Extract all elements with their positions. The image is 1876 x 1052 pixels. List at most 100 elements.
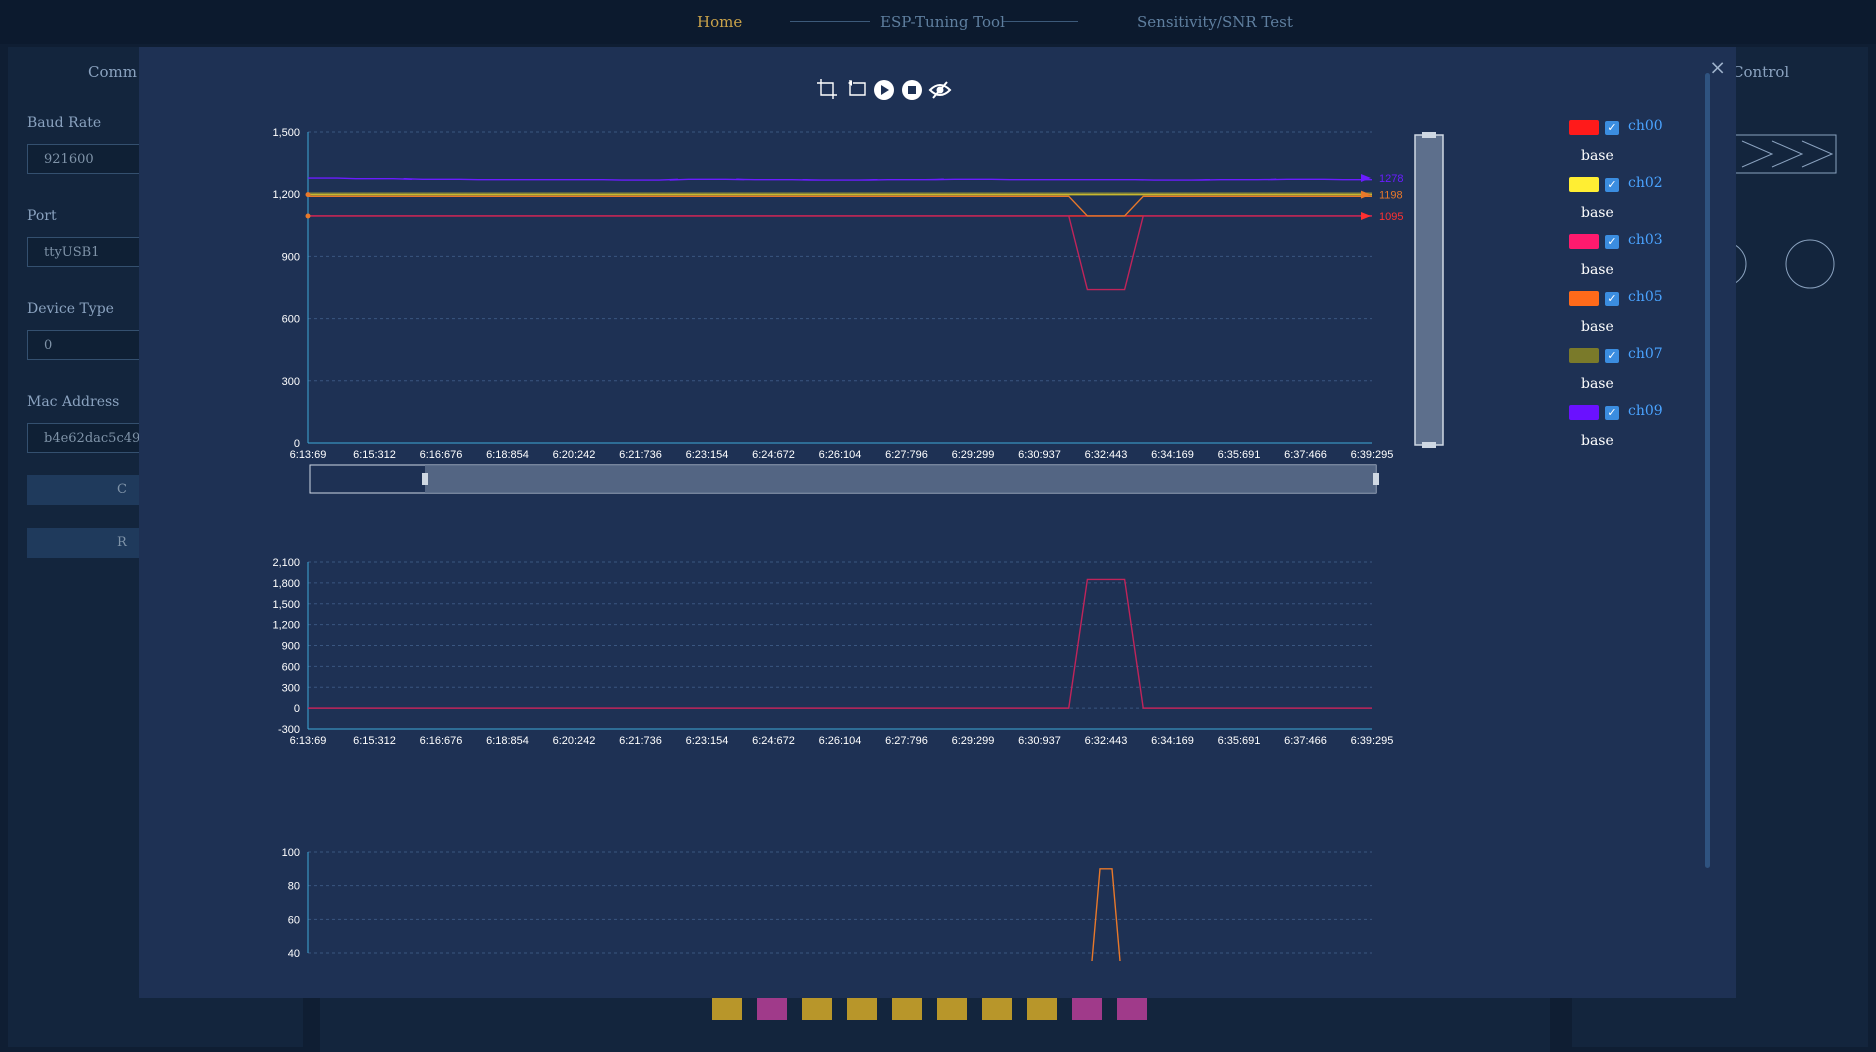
series-line: [308, 215, 1372, 291]
port-field[interactable]: ttyUSB1: [27, 237, 157, 267]
nav-divider: [1003, 21, 1078, 22]
section-title-comm: Comm: [88, 63, 137, 81]
slider-handle-right[interactable]: [1373, 473, 1379, 485]
y-tick-label: 1,200: [272, 620, 300, 632]
y-tick-label: 60: [288, 914, 300, 926]
x-tick-label: 6:18:854: [486, 735, 529, 747]
x-tick-label: 6:26:104: [819, 735, 862, 747]
y-tick-label: 600: [282, 661, 300, 673]
x-tick-label: 6:30:937: [1018, 449, 1061, 461]
x-tick-label: 6:35:691: [1218, 449, 1261, 461]
y-zoom-slider[interactable]: [1414, 132, 1444, 448]
tile: [712, 998, 742, 1020]
series-line: [308, 195, 1372, 217]
y-tick-label: 1,500: [272, 127, 300, 139]
tile: [1117, 998, 1147, 1020]
x-tick-label: 6:15:312: [353, 449, 396, 461]
x-tick-label: 6:32:443: [1085, 449, 1128, 461]
series-line: [1091, 868, 1121, 962]
x-tick-label: 6:16:676: [420, 735, 463, 747]
x-tick-label: 6:29:299: [952, 735, 995, 747]
chart-third: 40 60 80 100: [282, 847, 1372, 962]
x-tick-label: 6:37:466: [1284, 735, 1327, 747]
tile: [937, 998, 967, 1020]
series-end-label: 1095: [1379, 211, 1403, 223]
y-tick-label: 1,200: [272, 189, 300, 201]
y-tick-label: 900: [282, 641, 300, 653]
x-tick-label: 6:15:312: [353, 735, 396, 747]
mac-address-label: Mac Address: [27, 394, 120, 410]
series-start-marker: [305, 213, 311, 219]
chart-modal: × ✓ ch00 base ✓ ch02 base ✓ ch03 base ✓ …: [139, 47, 1736, 998]
series-end-marker: [1361, 211, 1371, 220]
series-end-marker: [1361, 174, 1371, 183]
nav-divider: [790, 21, 870, 22]
series-line: [308, 578, 1372, 709]
y-tick-label: 300: [282, 376, 300, 388]
close-icon[interactable]: ×: [1709, 57, 1726, 77]
tile: [892, 998, 922, 1020]
x-tick-label: 6:32:443: [1085, 735, 1128, 747]
x-tick-label: 6:23:154: [686, 735, 729, 747]
baud-rate-label: Baud Rate: [27, 115, 102, 131]
top-navigation: Home ESP-Tuning Tool Sensitivity/SNR Tes…: [0, 0, 1876, 44]
y-tick-label: 40: [288, 948, 300, 960]
charts-area: 0 300 600 900 1,200 1,500 6:13:69 6:15:312 6:16:…: [272, 127, 1444, 962]
port-label: Port: [27, 208, 57, 224]
x-tick-label: 6:23:154: [686, 449, 729, 461]
modal-scrollbar[interactable]: [1705, 73, 1710, 868]
x-tick-label: 6:20:242: [553, 735, 596, 747]
device-type-field[interactable]: 0: [27, 330, 157, 360]
slider-handle-bottom[interactable]: [1422, 442, 1436, 448]
tile: [1027, 998, 1057, 1020]
x-tick-label: 6:30:937: [1018, 735, 1061, 747]
slider-handle-left[interactable]: [422, 473, 428, 485]
device-type-label: Device Type: [27, 301, 114, 317]
y-tick-label: 80: [288, 881, 300, 893]
x-tick-label: 6:37:466: [1284, 449, 1327, 461]
y-tick-label: 2,100: [272, 557, 300, 569]
nav-esp-tuning-tool[interactable]: ESP-Tuning Tool: [880, 13, 1005, 31]
x-tick-label: 6:34:169: [1151, 449, 1194, 461]
nav-home[interactable]: Home: [697, 13, 742, 31]
x-tick-label: 6:39:295: [1351, 735, 1394, 747]
x-tick-label: 6:21:736: [619, 735, 662, 747]
series-end-label: 1278: [1379, 173, 1403, 185]
x-tick-label: 6:27:796: [885, 449, 928, 461]
x-tick-label: 6:35:691: [1218, 735, 1261, 747]
connect-button[interactable]: C: [27, 475, 157, 505]
x-zoom-slider[interactable]: [309, 464, 1379, 494]
tile: [847, 998, 877, 1020]
tile: [757, 998, 787, 1020]
chart-diff: -30003006009001,2001,5001,8002,1006:13:6…: [272, 557, 1393, 747]
baud-rate-field[interactable]: 921600: [27, 144, 157, 174]
nav-sensitivity-test[interactable]: Sensitivity/SNR Test: [1137, 13, 1293, 31]
x-tick-label: 6:27:796: [885, 735, 928, 747]
series-line: [308, 177, 1372, 181]
y-tick-label: 600: [282, 314, 300, 326]
mac-address-field[interactable]: b4e62dac5c49: [27, 423, 157, 453]
x-tick-label: 6:16:676: [420, 449, 463, 461]
x-tick-label: 6:21:736: [619, 449, 662, 461]
y-tick-label: 1,500: [272, 599, 300, 611]
y-tick-label: 300: [282, 682, 300, 694]
x-tick-label: 6:13:69: [290, 449, 327, 461]
x-tick-label: 6:13:69: [290, 735, 327, 747]
reset-button[interactable]: R: [27, 528, 157, 558]
chart-main: 03006009001,2001,5006:13:69 6:15:312 6:16:…: [272, 127, 1403, 461]
x-tick-label: 6:26:104: [819, 449, 862, 461]
y-tick-label: 900: [282, 251, 300, 263]
x-tick-label: 6:29:299: [952, 449, 995, 461]
y-tick-label: 0: [294, 703, 300, 715]
slider-handle-top[interactable]: [1422, 132, 1436, 138]
y-tick-label: 1,800: [272, 578, 300, 590]
x-tick-label: 6:24:672: [752, 735, 795, 747]
series-end-label: 1198: [1379, 190, 1403, 202]
x-tick-label: 6:20:242: [553, 449, 596, 461]
tile: [1072, 998, 1102, 1020]
series-end-marker: [1361, 190, 1371, 199]
x-tick-label: 6:34:169: [1151, 735, 1194, 747]
y-tick-label: 100: [282, 847, 300, 859]
series-start-marker: [305, 192, 311, 198]
x-tick-label: 6:24:672: [752, 449, 795, 461]
